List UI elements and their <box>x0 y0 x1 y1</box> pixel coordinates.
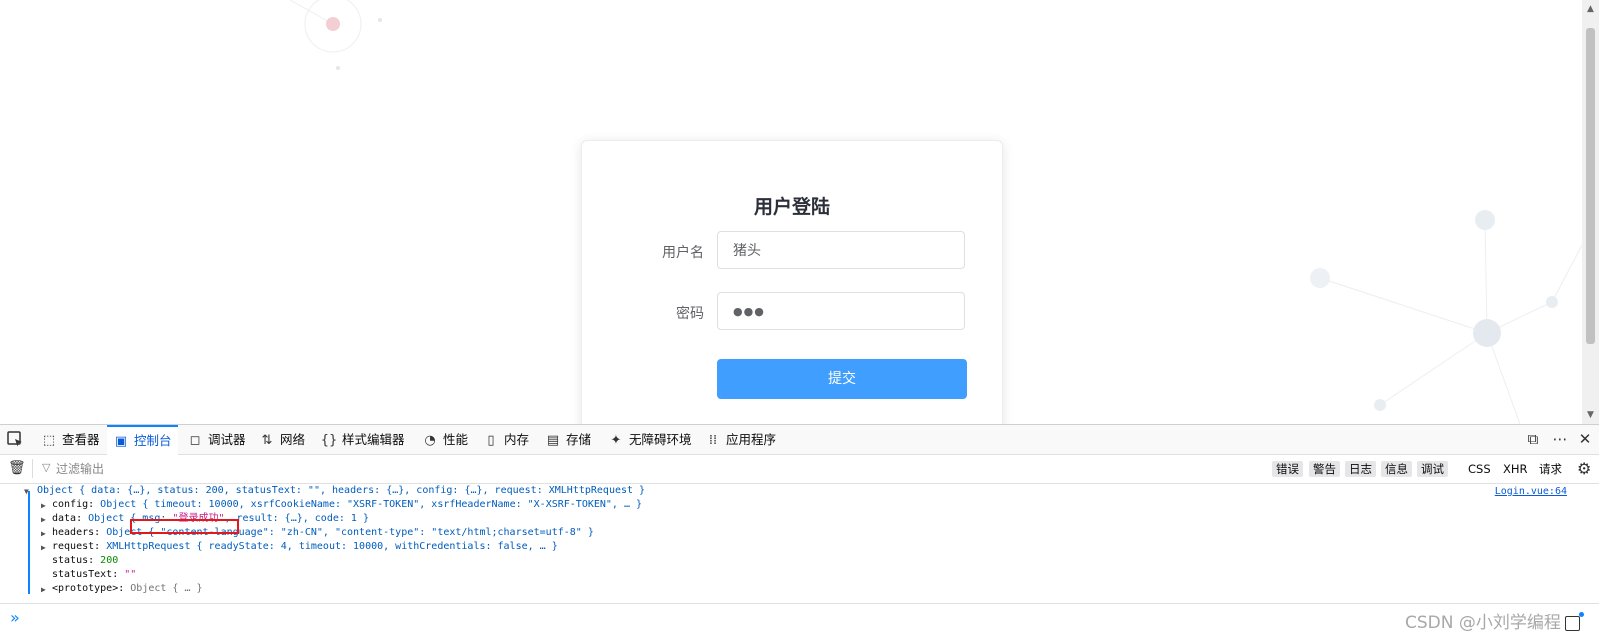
tab-accessibility[interactable]: ✦ 无障碍环境 <box>607 425 692 454</box>
collapsed-triangle-icon[interactable]: ▶ <box>41 543 46 552</box>
accessibility-icon: ✦ <box>610 433 622 448</box>
username-label: 用户名 <box>662 245 704 261</box>
password-input[interactable]: ●●● <box>717 292 965 330</box>
level-info-toggle[interactable]: 信息 <box>1381 461 1412 477</box>
tab-label: 样式编辑器 <box>342 432 405 447</box>
tab-memory[interactable]: ▯ 内存 <box>482 425 529 454</box>
filter-icon: ▽ <box>42 461 51 474</box>
username-input[interactable]: 猪头 <box>717 231 965 269</box>
collapsed-triangle-icon[interactable]: ▶ <box>41 585 46 594</box>
tab-console[interactable]: ▣ 控制台 <box>107 425 178 456</box>
storage-icon: ▤ <box>546 433 560 448</box>
log-source-link[interactable]: Login.vue:64 <box>1495 486 1567 497</box>
collapsed-triangle-icon[interactable]: ▶ <box>41 529 46 538</box>
tab-label: 查看器 <box>62 432 100 447</box>
watermark: CSDN @小刘学编程 <box>1405 608 1584 633</box>
more-options-icon[interactable]: ⋯ <box>1549 425 1571 454</box>
level-warn-toggle[interactable]: 警告 <box>1309 461 1340 477</box>
dock-side-icon[interactable]: ⧉ <box>1522 425 1544 454</box>
tab-label: 性能 <box>443 432 469 447</box>
prop-status: status: 200 <box>52 555 119 566</box>
console-icon: ▣ <box>114 434 128 449</box>
tab-debugger[interactable]: ◻ 调试器 <box>186 425 246 454</box>
xhr-filter-toggle[interactable]: XHR <box>1503 461 1528 477</box>
level-error-toggle[interactable]: 错误 <box>1272 461 1303 477</box>
scrollbar-thumb[interactable] <box>1586 28 1595 344</box>
tab-label: 网络 <box>280 432 306 447</box>
prop-status-text: statusText: "" <box>52 569 137 580</box>
close-devtools-icon[interactable]: ✕ <box>1574 425 1596 454</box>
collapsed-triangle-icon[interactable]: ▶ <box>41 515 46 524</box>
submit-button[interactable]: 提交 <box>717 359 967 399</box>
split-console-icon[interactable] <box>1564 611 1584 631</box>
tab-label: 控制台 <box>134 433 172 448</box>
scroll-down-icon[interactable]: ▼ <box>1582 408 1599 422</box>
devtools-panel: ⬚ 查看器 ▣ 控制台 ◻ 调试器 ⇅ 网络 {} 样式编辑器 ◔ 性能 ▯ 内存 ▤ 存储 ✦… <box>0 424 1599 633</box>
page-viewport: 用户登陆 用户名 猪头 密码 ●●● 提交 ▲ ▼ <box>0 0 1599 424</box>
style-editor-icon: {} <box>320 433 338 448</box>
level-debug-toggle[interactable]: 调试 <box>1417 461 1448 477</box>
console-output: Login.vue:64 ▼ Object { data: {…}, statu… <box>0 484 1599 603</box>
password-label: 密码 <box>676 306 704 322</box>
tab-application[interactable]: ⁞⁞ 应用程序 <box>704 425 776 454</box>
tab-label: 应用程序 <box>726 432 777 447</box>
group-indent-line <box>28 491 30 594</box>
filter-output-input[interactable]: 过滤输出 <box>56 460 104 477</box>
console-input[interactable]: » CSDN @小刘学编程 <box>0 603 1599 633</box>
tab-label: 无障碍环境 <box>629 432 692 447</box>
requests-filter-toggle[interactable]: 请求 <box>1539 461 1562 477</box>
tab-style-editor[interactable]: {} 样式编辑器 <box>320 425 405 454</box>
tab-network[interactable]: ⇅ 网络 <box>258 425 305 454</box>
tab-label: 调试器 <box>208 432 246 447</box>
console-settings-icon[interactable]: ⚙ <box>1577 459 1591 478</box>
expand-triangle-icon[interactable]: ▼ <box>24 487 29 496</box>
debugger-icon: ◻ <box>189 433 201 448</box>
tab-label: 内存 <box>504 432 530 447</box>
network-icon: ⇅ <box>261 433 273 448</box>
tab-inspector[interactable]: ⬚ 查看器 <box>40 425 100 454</box>
devtools-tabbar: ⬚ 查看器 ▣ 控制台 ◻ 调试器 ⇅ 网络 {} 样式编辑器 ◔ 性能 ▯ 内存 ▤ 存储 ✦… <box>0 425 1599 456</box>
prop-request[interactable]: request: XMLHttpRequest { readyState: 4,… <box>52 540 558 554</box>
prop-config[interactable]: config: Object { timeout: 10000, xsrfCoo… <box>52 498 642 512</box>
element-picker-icon[interactable] <box>6 430 24 448</box>
application-icon: ⁞⁞ <box>708 433 718 448</box>
memory-icon: ▯ <box>487 433 495 448</box>
scroll-up-icon[interactable]: ▲ <box>1582 2 1599 16</box>
tab-label: 存储 <box>566 432 592 447</box>
prompt-chevron-icon: » <box>10 608 20 627</box>
page-scrollbar[interactable]: ▲ ▼ <box>1582 0 1599 424</box>
tab-performance[interactable]: ◔ 性能 <box>421 425 468 454</box>
toolbar-divider <box>32 459 33 478</box>
level-log-toggle[interactable]: 日志 <box>1345 461 1376 477</box>
collapsed-triangle-icon[interactable]: ▶ <box>41 501 46 510</box>
tab-storage[interactable]: ▤ 存储 <box>544 425 591 454</box>
login-card: 用户登陆 用户名 猪头 密码 ●●● 提交 <box>581 140 1003 424</box>
clear-console-icon[interactable]: 🗑 <box>8 460 26 476</box>
inspector-icon: ⬚ <box>42 433 56 448</box>
console-filterbar: 🗑 ▽ 过滤输出 错误 警告 日志 信息 调试 CSS XHR 请求 ⚙ <box>0 455 1599 484</box>
prop-prototype[interactable]: <prototype>: Object { … } <box>52 582 203 596</box>
css-filter-toggle[interactable]: CSS <box>1468 461 1491 477</box>
annotation-highlight-box <box>130 519 239 534</box>
login-title: 用户登陆 <box>753 196 830 218</box>
log-object-summary[interactable]: Object { data: {…}, status: 200, statusT… <box>37 484 645 498</box>
performance-icon: ◔ <box>424 433 436 448</box>
